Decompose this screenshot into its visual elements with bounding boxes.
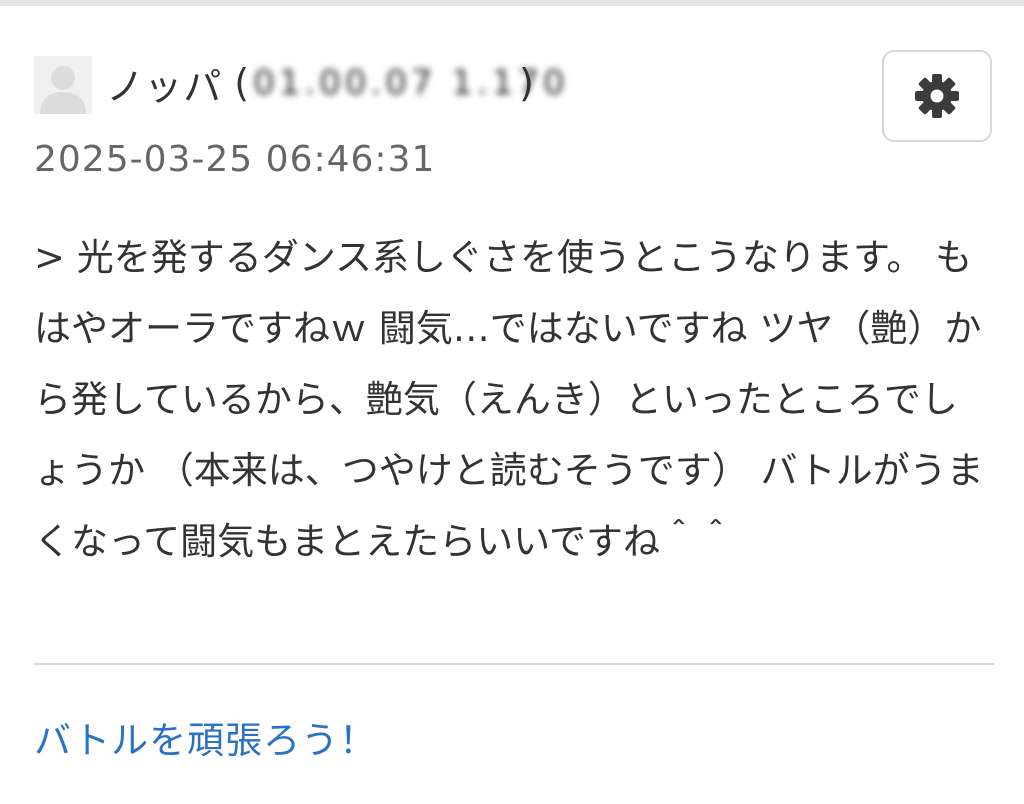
comment-header: ノッパ ( 01.00.07 1.170 ) 2025-03-25 06:46:… [34,54,994,194]
comment-body: > 光を発するダンス系しぐさを使うとこうなります。 もはやオーラですねｗ 闘気…… [34,236,984,563]
divider [34,663,994,665]
default-user-icon [34,56,92,114]
ip-address-masked: 01.00.07 1.170 [249,63,569,103]
comment-timestamp: 2025-03-25 06:46:31 [34,139,436,180]
gear-icon [915,74,959,118]
top-border [0,0,1024,6]
entry-title-link[interactable]: バトルを頑張ろう！ [34,710,377,764]
settings-button[interactable] [882,50,992,142]
ip-open-paren: ( [234,61,250,105]
ip-address-text: 01.00.07 1.170 [253,63,569,103]
author-name[interactable]: ノッパ [106,56,222,111]
author-line: ノッパ ( 01.00.07 1.170 ) [106,56,569,111]
avatar[interactable] [34,56,92,114]
